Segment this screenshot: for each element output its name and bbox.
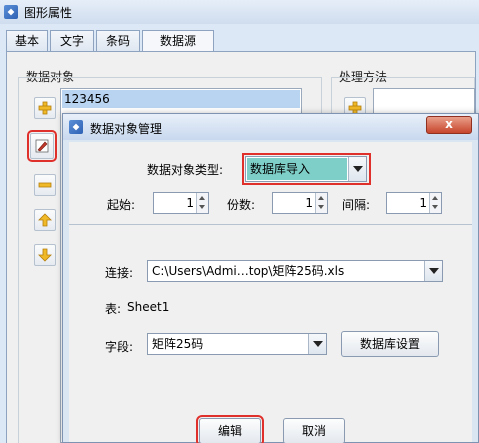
table-label: 表: bbox=[105, 302, 122, 316]
dialog-titlebar: 数据对象管理 x bbox=[63, 114, 478, 140]
field-value: 矩阵25码 bbox=[152, 337, 204, 351]
field-label: 字段: bbox=[105, 340, 134, 354]
edit-button[interactable]: 编辑 bbox=[196, 415, 264, 443]
app-icon bbox=[4, 5, 18, 19]
connection-select[interactable]: C:\Users\Admi…top\矩阵25码.xls bbox=[147, 260, 443, 282]
interval-value: 1 bbox=[419, 196, 427, 210]
connection-dropdown[interactable] bbox=[424, 261, 442, 281]
interval-spinbox[interactable]: 1 bbox=[386, 192, 442, 214]
dialog-app-icon bbox=[69, 120, 83, 134]
plus-icon bbox=[38, 101, 52, 115]
start-value: 1 bbox=[186, 196, 194, 210]
section-divider bbox=[69, 224, 472, 225]
interval-spin-arrows[interactable] bbox=[429, 193, 441, 213]
remove-button[interactable] bbox=[34, 174, 56, 196]
type-select-highlight-box bbox=[242, 153, 371, 185]
field-select[interactable]: 矩阵25码 bbox=[147, 333, 327, 355]
tab-data-source[interactable]: 数据源 bbox=[142, 30, 214, 53]
chevron-down-icon bbox=[312, 341, 323, 347]
data-object-item[interactable]: 123456 bbox=[62, 90, 300, 108]
interval-label: 间隔: bbox=[342, 198, 371, 212]
tab-text[interactable]: 文字 bbox=[50, 30, 94, 52]
cancel-button[interactable]: 取消 bbox=[283, 418, 345, 443]
copies-spin-arrows[interactable] bbox=[315, 193, 327, 213]
tab-basic[interactable]: 基本 bbox=[6, 30, 48, 52]
move-up-button[interactable] bbox=[34, 209, 56, 231]
data-object-manager-dialog: 数据对象管理 x 数据对象类型: 数据库导入 起始: 1 份数: 1 间隔: 1 bbox=[62, 113, 479, 443]
tab-barcode[interactable]: 条码 bbox=[96, 30, 140, 52]
connection-value: C:\Users\Admi…top\矩阵25码.xls bbox=[152, 264, 345, 278]
minus-icon bbox=[38, 182, 52, 188]
copies-spinbox[interactable]: 1 bbox=[272, 192, 328, 214]
type-label: 数据对象类型: bbox=[147, 163, 224, 177]
connection-label: 连接: bbox=[105, 266, 134, 280]
field-dropdown[interactable] bbox=[308, 334, 326, 354]
dialog-close-button[interactable]: x bbox=[426, 116, 472, 134]
arrow-up-icon bbox=[38, 213, 52, 227]
move-down-button[interactable] bbox=[34, 244, 56, 266]
window-titlebar: 图形属性 bbox=[0, 0, 479, 24]
table-value: Sheet1 bbox=[127, 300, 170, 314]
start-label: 起始: bbox=[107, 198, 136, 212]
start-spin-arrows[interactable] bbox=[196, 193, 208, 213]
dialog-title: 数据对象管理 bbox=[90, 122, 163, 136]
pencil-icon bbox=[35, 139, 49, 153]
add-button[interactable] bbox=[34, 97, 56, 119]
copies-label: 份数: bbox=[227, 198, 256, 212]
window-title: 图形属性 bbox=[24, 6, 73, 20]
db-settings-button[interactable]: 数据库设置 bbox=[341, 331, 439, 357]
edit-object-button[interactable] bbox=[27, 130, 57, 162]
start-spinbox[interactable]: 1 bbox=[153, 192, 209, 214]
chevron-down-icon bbox=[428, 268, 439, 274]
arrow-down-icon bbox=[38, 248, 52, 262]
dialog-body: 数据对象类型: 数据库导入 起始: 1 份数: 1 间隔: 1 连接: C:\U… bbox=[69, 142, 472, 443]
copies-value: 1 bbox=[305, 196, 313, 210]
